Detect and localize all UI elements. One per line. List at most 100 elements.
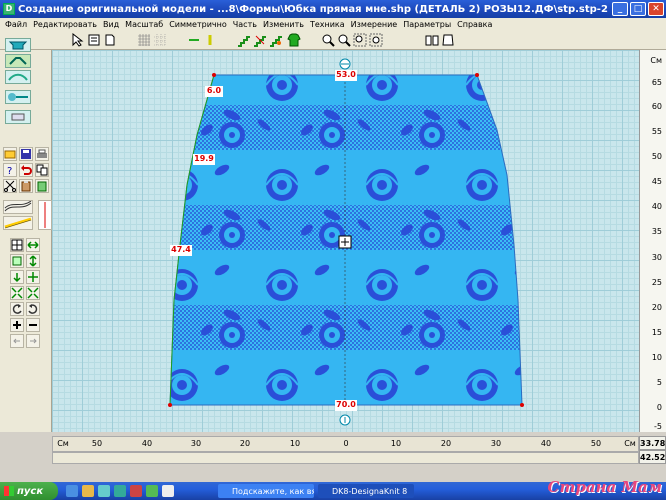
cut-icon[interactable] xyxy=(3,179,17,193)
open-icon[interactable] xyxy=(3,147,17,161)
measure-tape-icon[interactable] xyxy=(3,216,33,230)
ruler-tick: 35 xyxy=(651,227,662,236)
copy-icon[interactable] xyxy=(35,163,49,177)
quicklaunch-media-icon[interactable] xyxy=(98,485,110,497)
task-designaknit[interactable]: DK8-DesignaKnit 8 xyxy=(318,484,414,498)
menu-scale[interactable]: Масштаб xyxy=(122,20,166,29)
expand-width-icon[interactable] xyxy=(26,238,40,252)
arrow-right-icon[interactable] xyxy=(26,334,40,348)
side-upper-label: 19.9 xyxy=(194,154,214,163)
stairs-green-icon[interactable] xyxy=(236,32,252,48)
windows-logo-icon xyxy=(4,486,14,496)
ruler-tick: 0 xyxy=(656,403,662,412)
menu-part[interactable]: Часть xyxy=(230,20,260,29)
help-icon[interactable]: ? xyxy=(3,163,17,177)
zoom-in-icon[interactable] xyxy=(320,32,336,48)
task-opera[interactable]: Подскажите, как вя... xyxy=(218,484,314,498)
paste-special-icon[interactable] xyxy=(35,179,49,193)
quicklaunch-app-icon[interactable] xyxy=(114,485,126,497)
start-label: пуск xyxy=(17,485,44,497)
menu-view[interactable]: Вид xyxy=(100,20,122,29)
sweater-green-icon[interactable] xyxy=(286,32,302,48)
quicklaunch-opera-icon[interactable] xyxy=(130,485,142,497)
grid-size-icon[interactable] xyxy=(10,238,24,252)
grid-fine-icon[interactable] xyxy=(136,32,152,48)
line-yellow-icon[interactable] xyxy=(202,32,218,48)
move-down-icon[interactable] xyxy=(10,270,24,284)
ruler-unit-label: См xyxy=(650,56,662,65)
design-canvas[interactable]: 53.0 6.0 19.9 47.4 70.0 xyxy=(52,50,639,432)
vertical-measure-icon[interactable] xyxy=(38,200,52,230)
ruler-tick: 40 xyxy=(651,202,662,211)
zoom-out-icon[interactable] xyxy=(368,32,384,48)
stairs-red-icon[interactable] xyxy=(252,32,268,48)
menu-symmetric[interactable]: Симметрично xyxy=(166,20,230,29)
ruler-tick: 50 xyxy=(590,439,602,448)
maximize-button[interactable]: □ xyxy=(630,2,646,16)
stairs-mixed-icon[interactable] xyxy=(268,32,284,48)
print-icon[interactable] xyxy=(35,147,49,161)
stretch-tool-icon[interactable] xyxy=(5,90,31,104)
zoom-tool-icon[interactable] xyxy=(336,32,352,48)
window-title: Создание оригинальной модели - ...8\Форм… xyxy=(18,3,612,15)
quicklaunch-folder-icon[interactable] xyxy=(82,485,94,497)
curve-tool-icon[interactable] xyxy=(5,70,31,84)
zoom-fit-icon[interactable] xyxy=(352,32,368,48)
save-icon[interactable] xyxy=(19,147,33,161)
sleeve-shape-icon[interactable] xyxy=(5,54,31,68)
toolbar xyxy=(0,30,666,50)
horizontal-ruler: См 50 40 30 20 10 0 10 20 30 40 50 См xyxy=(52,436,639,452)
rectangle-tool-icon[interactable] xyxy=(5,110,31,124)
plus-icon[interactable] xyxy=(10,318,24,332)
expand-center-icon[interactable] xyxy=(26,286,40,300)
close-button[interactable]: ✕ xyxy=(648,2,664,16)
quicklaunch-designaknit-icon[interactable] xyxy=(146,485,158,497)
minus-icon[interactable] xyxy=(26,318,40,332)
rotate-left-icon[interactable] xyxy=(10,302,24,316)
menu-parameters[interactable]: Параметры xyxy=(400,20,454,29)
top-width-label: 53.0 xyxy=(336,70,356,79)
grid-dots-icon[interactable] xyxy=(152,32,168,48)
width-handle-bottom-icon[interactable] xyxy=(339,414,351,426)
watermark-logo: Страна Мам xyxy=(547,478,662,496)
shrink-center-icon[interactable] xyxy=(10,286,24,300)
menu-file[interactable]: Файл xyxy=(2,20,30,29)
doc-icon[interactable] xyxy=(102,32,118,48)
horizontal-scrollbar[interactable] xyxy=(52,452,639,464)
menu-edit[interactable]: Редактировать xyxy=(30,20,100,29)
menu-modify[interactable]: Изменить xyxy=(260,20,307,29)
arrow-left-icon[interactable] xyxy=(10,334,24,348)
ruler-tick: 25 xyxy=(651,278,662,287)
start-button[interactable]: пуск xyxy=(0,482,58,500)
page-setup-icon[interactable] xyxy=(86,32,102,48)
ruler-tick: 20 xyxy=(651,303,662,312)
y-readout: 42.52 xyxy=(639,450,666,464)
rotate-right-icon[interactable] xyxy=(26,302,40,316)
menu-help[interactable]: Справка xyxy=(454,20,495,29)
shrink-icon[interactable] xyxy=(10,254,24,268)
menu-measure[interactable]: Измерение xyxy=(348,20,401,29)
ruler-tick: -5 xyxy=(654,422,662,431)
shape-icon[interactable] xyxy=(440,32,456,48)
expand-height-icon[interactable] xyxy=(26,254,40,268)
quicklaunch-ie-icon[interactable] xyxy=(66,485,78,497)
garment-shape-icon[interactable] xyxy=(5,38,31,52)
undo-icon[interactable] xyxy=(19,163,33,177)
line-green-icon[interactable] xyxy=(186,32,202,48)
vertical-ruler: См 65 60 55 50 45 40 35 30 25 20 15 10 5… xyxy=(639,50,666,432)
garment-drawing[interactable] xyxy=(52,50,639,432)
ruler-tick: 20 xyxy=(239,439,251,448)
move-all-icon[interactable] xyxy=(26,270,40,284)
ruler-tick: 10 xyxy=(289,439,301,448)
book-icon[interactable] xyxy=(424,32,440,48)
paste-icon[interactable] xyxy=(19,179,33,193)
cursor-icon[interactable] xyxy=(70,32,86,48)
quicklaunch-doc-icon[interactable] xyxy=(162,485,174,497)
ruler-tick: 40 xyxy=(540,439,552,448)
yarn-lines-icon[interactable] xyxy=(3,200,33,214)
ruler-tick: 30 xyxy=(190,439,202,448)
menu-technique[interactable]: Техника xyxy=(307,20,348,29)
width-handle-top-icon[interactable] xyxy=(339,58,351,70)
minimize-button[interactable]: _ xyxy=(612,2,628,16)
move-handle-icon[interactable] xyxy=(338,235,352,249)
